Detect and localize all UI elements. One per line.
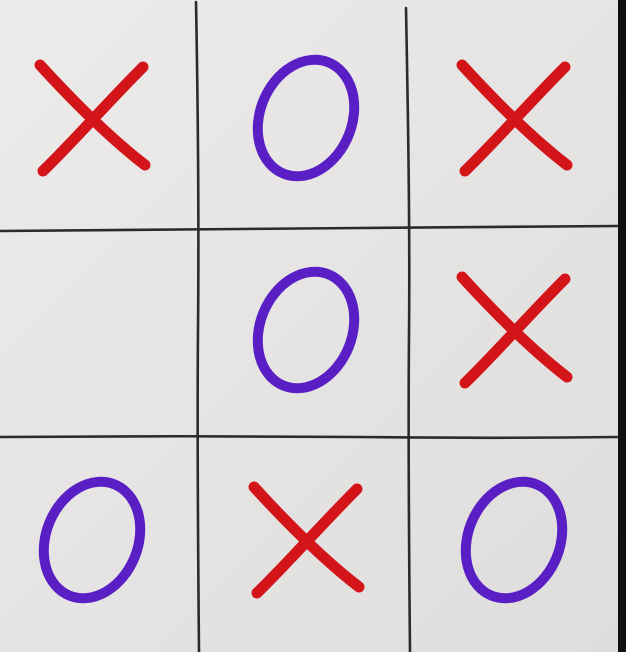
board-cell-1-1[interactable] [0, 23, 187, 213]
marks [0, 23, 609, 635]
cell-hit-area[interactable] [0, 235, 187, 425]
tic-tac-toe-board [0, 0, 618, 652]
board-cell-3-3[interactable] [419, 445, 609, 635]
board-cell-1-2[interactable] [211, 23, 401, 213]
board-cell-3-2[interactable] [211, 445, 401, 635]
cell-hit-area[interactable] [419, 445, 609, 635]
board-cell-1-3[interactable] [419, 23, 609, 213]
grid-line-horizontal-1 [0, 224, 618, 233]
cell-hit-area[interactable] [211, 235, 401, 425]
board-cell-2-1[interactable] [0, 235, 187, 425]
board-cell-3-1[interactable] [0, 445, 187, 635]
grid-line-vertical-1 [194, 0, 201, 652]
board-frame-edge [618, 0, 626, 652]
grid-line-horizontal-2 [0, 434, 618, 440]
board-cell-2-2[interactable] [211, 235, 401, 425]
cell-hit-area[interactable] [0, 445, 187, 635]
board-cell-2-3[interactable] [419, 235, 609, 425]
board-drawing [0, 0, 618, 652]
grid-line-vertical-2 [404, 6, 412, 652]
cell-hit-area[interactable] [211, 23, 401, 213]
